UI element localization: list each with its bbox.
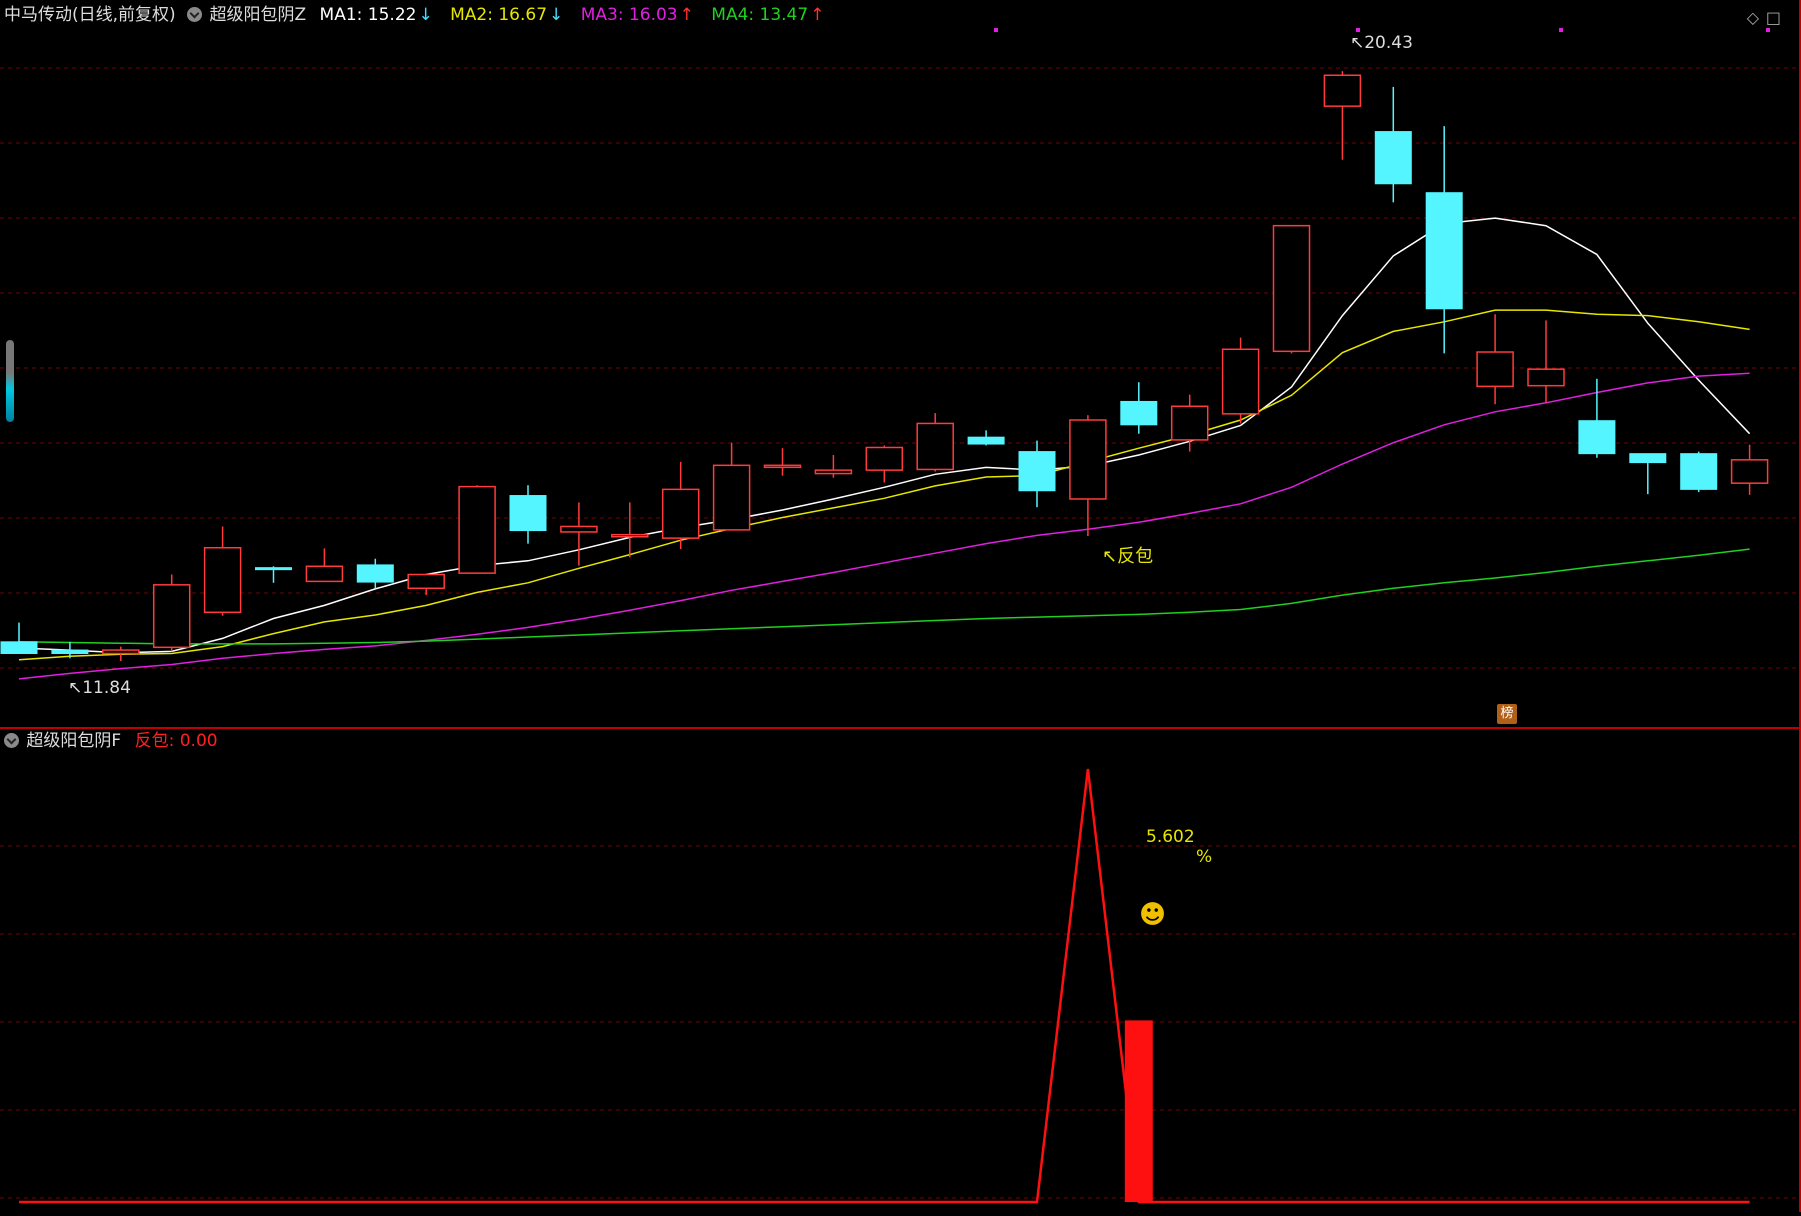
candle-body-up (203, 546, 242, 614)
smile-icon: ☻ (1139, 900, 1166, 930)
candle-body-up (1323, 74, 1362, 107)
pct-value-label: 5.602 (1146, 827, 1195, 847)
candle-body-down (0, 641, 38, 654)
candle-body-up (305, 565, 344, 583)
candle-body-down (1629, 453, 1667, 464)
candle-body-up (611, 533, 649, 538)
candle-body-down (1578, 420, 1616, 455)
candle-body-up (152, 584, 191, 649)
candle-body-up (1730, 459, 1769, 484)
stock-title[interactable]: 中马传动(日线,前复权) (4, 5, 176, 25)
candle-body-up (1476, 351, 1514, 388)
signal-marker (1559, 28, 1563, 32)
candle-body-down (967, 436, 1005, 445)
candle-body-down (1018, 451, 1056, 492)
high-price-label: ↖20.43 (1350, 33, 1413, 53)
candle-body-down (1120, 400, 1158, 426)
candle-body-up (407, 573, 445, 590)
signal-marker (1356, 28, 1360, 32)
candle-body-up (102, 649, 140, 655)
candle-body-down (1425, 192, 1463, 310)
candle-body-up (916, 422, 954, 471)
rank-badge[interactable]: 榜 (1497, 704, 1517, 724)
sub-indicator-name[interactable]: 超级阳包阴F (26, 731, 121, 751)
candle-body-down (1680, 453, 1718, 490)
chart-canvas[interactable]: ↖20.43 ↖11.84 ↖反包 5.602% ☻ (0, 0, 1801, 1212)
ma4-label: MA4: 13.47 (711, 5, 809, 25)
candle-body-up (763, 464, 802, 469)
low-price-label: ↖11.84 (68, 678, 131, 698)
candle-body-up (1221, 348, 1260, 415)
fanbao-signal-label: ↖反包 (1102, 546, 1153, 567)
ma3-label: MA3: 16.03 (580, 5, 678, 25)
candle-body-down (356, 564, 394, 583)
candle-body-up (1527, 368, 1565, 387)
candle-body-up (712, 464, 751, 531)
signal-label: 反包: 0.00 (134, 731, 218, 751)
candle-body-up (458, 485, 496, 574)
scroll-indicator[interactable] (6, 340, 14, 422)
candle-body-down (509, 495, 547, 532)
chevron-down-icon[interactable] (4, 733, 19, 748)
ma1-arrow: ↓ (418, 5, 433, 25)
ma1-label: MA1: 15.22 (319, 5, 417, 25)
chart-stage[interactable]: ↖20.43 ↖11.84 ↖反包 5.602% ☻ 中马传动(日线,前复权) 超级阳包… (0, 0, 1801, 1212)
signal-line (19, 768, 1750, 1204)
ma2-label: MA2: 16.67 (450, 5, 548, 25)
chevron-down-icon[interactable] (187, 7, 203, 22)
candle-body-up (814, 469, 853, 475)
candle-body-up (1170, 405, 1209, 441)
signal-marker (1766, 28, 1770, 32)
indicator-name[interactable]: 超级阳包阴Z (209, 5, 306, 25)
sub-header: 超级阳包阴F 反包: 0.00 (2, 730, 220, 752)
candle-body-up (1069, 419, 1107, 500)
main-header: 中马传动(日线,前复权) 超级阳包阴Z MA1: 15.22 ↓ MA2: 16.… (4, 4, 826, 26)
pct-sign-label: % (1196, 847, 1212, 867)
diamond-icon[interactable]: ◇ (1747, 8, 1759, 27)
ma-line-ma1 (18, 217, 1751, 654)
candle-body-up (661, 488, 700, 539)
candle-body-down (51, 649, 89, 654)
ma4-arrow: ↑ (810, 5, 825, 25)
candle-body-down (1374, 131, 1412, 185)
signal-marker (994, 28, 998, 32)
ma2-arrow: ↓ (549, 5, 564, 25)
candle-body-up (865, 446, 904, 471)
square-icon[interactable]: □ (1766, 8, 1781, 27)
ma3-arrow: ↑ (679, 5, 694, 25)
candle-body-up (1272, 224, 1311, 353)
candle-body-down (255, 567, 292, 571)
candle-body-up (560, 525, 598, 533)
